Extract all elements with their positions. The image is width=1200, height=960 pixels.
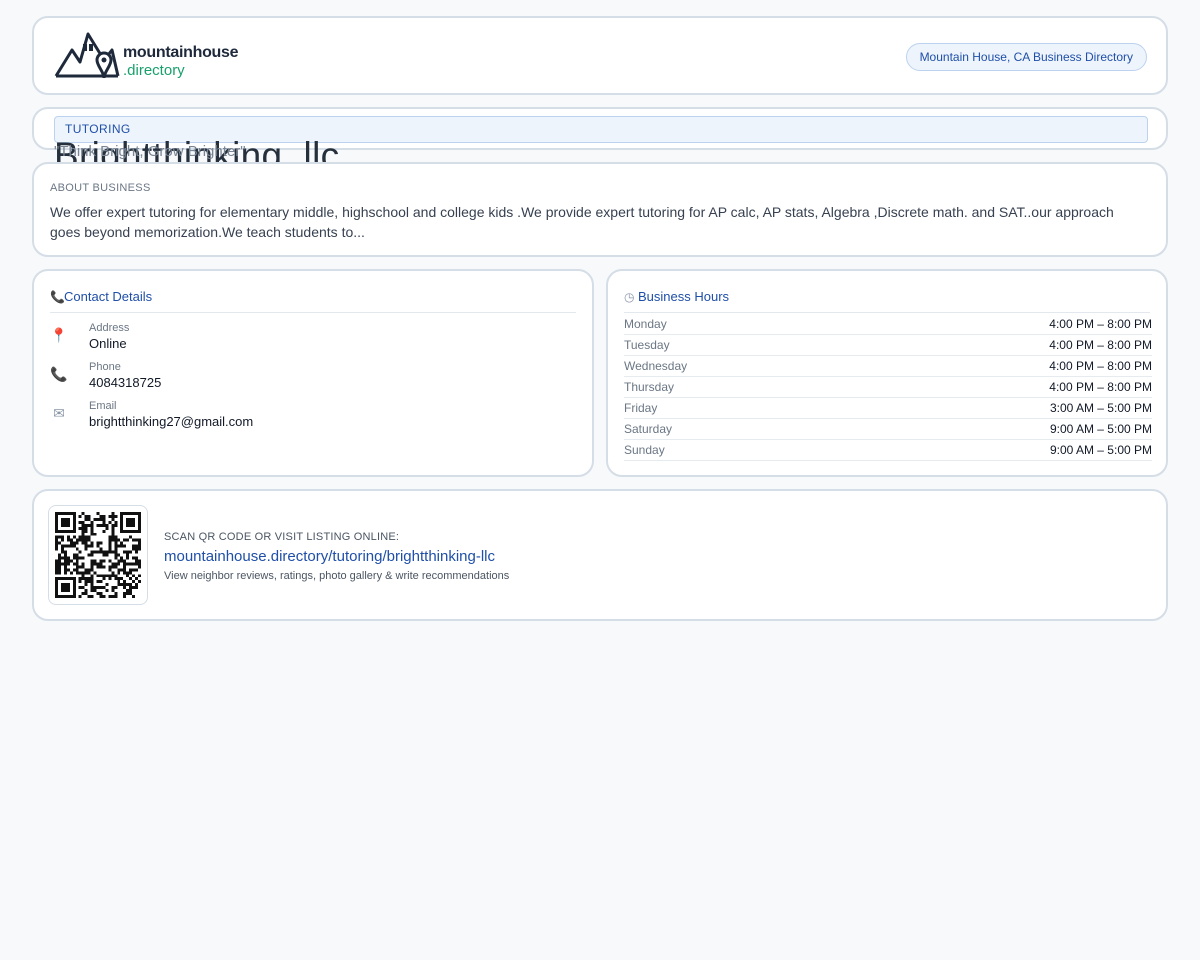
hours-time: 4:00 PM – 8:00 PM bbox=[1049, 338, 1152, 352]
hours-day: Sunday bbox=[624, 443, 665, 457]
directory-badge[interactable]: Mountain House, CA Business Directory bbox=[905, 43, 1147, 71]
hours-day: Saturday bbox=[624, 422, 673, 436]
phone-value[interactable]: 4084318725 bbox=[89, 375, 161, 390]
contact-row-phone[interactable]: 📞 Phone 4084318725 bbox=[50, 361, 570, 395]
hours-row: Friday 3:00 AM – 5:00 PM bbox=[624, 398, 1152, 419]
address-label: Address bbox=[89, 322, 130, 334]
header: mountainhouse .directory Mountain House,… bbox=[32, 16, 1168, 95]
email-label: Email bbox=[89, 400, 117, 412]
hours-row: Monday 4:00 PM – 8:00 PM bbox=[624, 314, 1152, 335]
phone-icon: 📞 bbox=[50, 290, 65, 304]
hours-day: Friday bbox=[624, 401, 658, 415]
about-heading: ABOUT BUSINESS bbox=[50, 182, 151, 194]
hours-row: Tuesday 4:00 PM – 8:00 PM bbox=[624, 335, 1152, 356]
mountain-logo-icon bbox=[54, 32, 120, 79]
contact-title-label: Contact Details bbox=[64, 289, 153, 304]
hours-time: 9:00 AM – 5:00 PM bbox=[1049, 443, 1152, 457]
qr-code-image bbox=[55, 512, 141, 598]
hours-row: Saturday 9:00 AM – 5:00 PM bbox=[624, 419, 1152, 440]
about-text: We offer expert tutoring for elementary … bbox=[50, 204, 1114, 240]
hours-day: Thursday bbox=[624, 380, 675, 394]
logo-tld: .directory bbox=[123, 62, 185, 79]
hours-time: 4:00 PM – 8:00 PM bbox=[1049, 359, 1152, 373]
about-section: ABOUT BUSINESS We offer expert tutoring … bbox=[32, 162, 1168, 257]
hours-row: Thursday 4:00 PM – 8:00 PM bbox=[624, 377, 1152, 398]
mail-icon: ✉ bbox=[53, 405, 65, 421]
logo-wordmark: mountainhouse bbox=[123, 44, 239, 61]
contact-title: 📞Contact Details bbox=[50, 289, 576, 313]
business-tagline: "Think Bright, Grow Brighter" bbox=[54, 143, 246, 160]
hours-time: 4:00 PM – 8:00 PM bbox=[1049, 317, 1152, 331]
contact-details-card: 📞Contact Details 📍 Address Online 📞 Phon… bbox=[32, 269, 594, 477]
hours-day: Tuesday bbox=[624, 338, 670, 352]
hours-row: Wednesday 4:00 PM – 8:00 PM bbox=[624, 356, 1152, 377]
email-value[interactable]: brightthinking27@gmail.com bbox=[89, 414, 253, 429]
clock-icon: ◷ bbox=[624, 290, 635, 304]
hours-day: Monday bbox=[624, 317, 667, 331]
hours-time: 4:00 PM – 8:00 PM bbox=[1049, 380, 1152, 394]
business-hours-card: ◷ Business Hours Monday 4:00 PM – 8:00 PM … bbox=[606, 269, 1168, 477]
phone-icon: 📞 bbox=[50, 366, 68, 382]
qr-card: SCAN QR CODE OR VISIT LISTING ONLINE: mo… bbox=[32, 489, 1168, 621]
address-value: Online bbox=[89, 336, 127, 351]
logo[interactable]: mountainhouse .directory bbox=[54, 30, 239, 86]
hours-title: ◷ Business Hours bbox=[624, 289, 1150, 313]
pin-icon: 📍 bbox=[50, 327, 68, 343]
hours-day: Wednesday bbox=[624, 359, 688, 373]
hours-time: 9:00 AM – 5:00 PM bbox=[1049, 422, 1152, 436]
qr-label: SCAN QR CODE OR VISIT LISTING ONLINE: bbox=[164, 531, 400, 543]
title-card: TUTORING Brightthinking, llc "Think Brig… bbox=[32, 107, 1168, 176]
qr-code[interactable] bbox=[48, 505, 148, 605]
phone-label: Phone bbox=[89, 361, 121, 373]
hours-title-label: Business Hours bbox=[638, 289, 730, 304]
contact-row-address: 📍 Address Online bbox=[50, 322, 570, 356]
qr-note: View neighbor reviews, ratings, photo ga… bbox=[164, 570, 510, 582]
hours-time: 3:00 AM – 5:00 PM bbox=[1049, 401, 1152, 415]
listing-url-link[interactable]: mountainhouse.directory/tutoring/brightt… bbox=[164, 548, 495, 565]
contact-row-email[interactable]: ✉ Email brightthinking27@gmail.com bbox=[50, 400, 570, 434]
hours-row: Sunday 9:00 AM – 5:00 PM bbox=[624, 440, 1152, 461]
